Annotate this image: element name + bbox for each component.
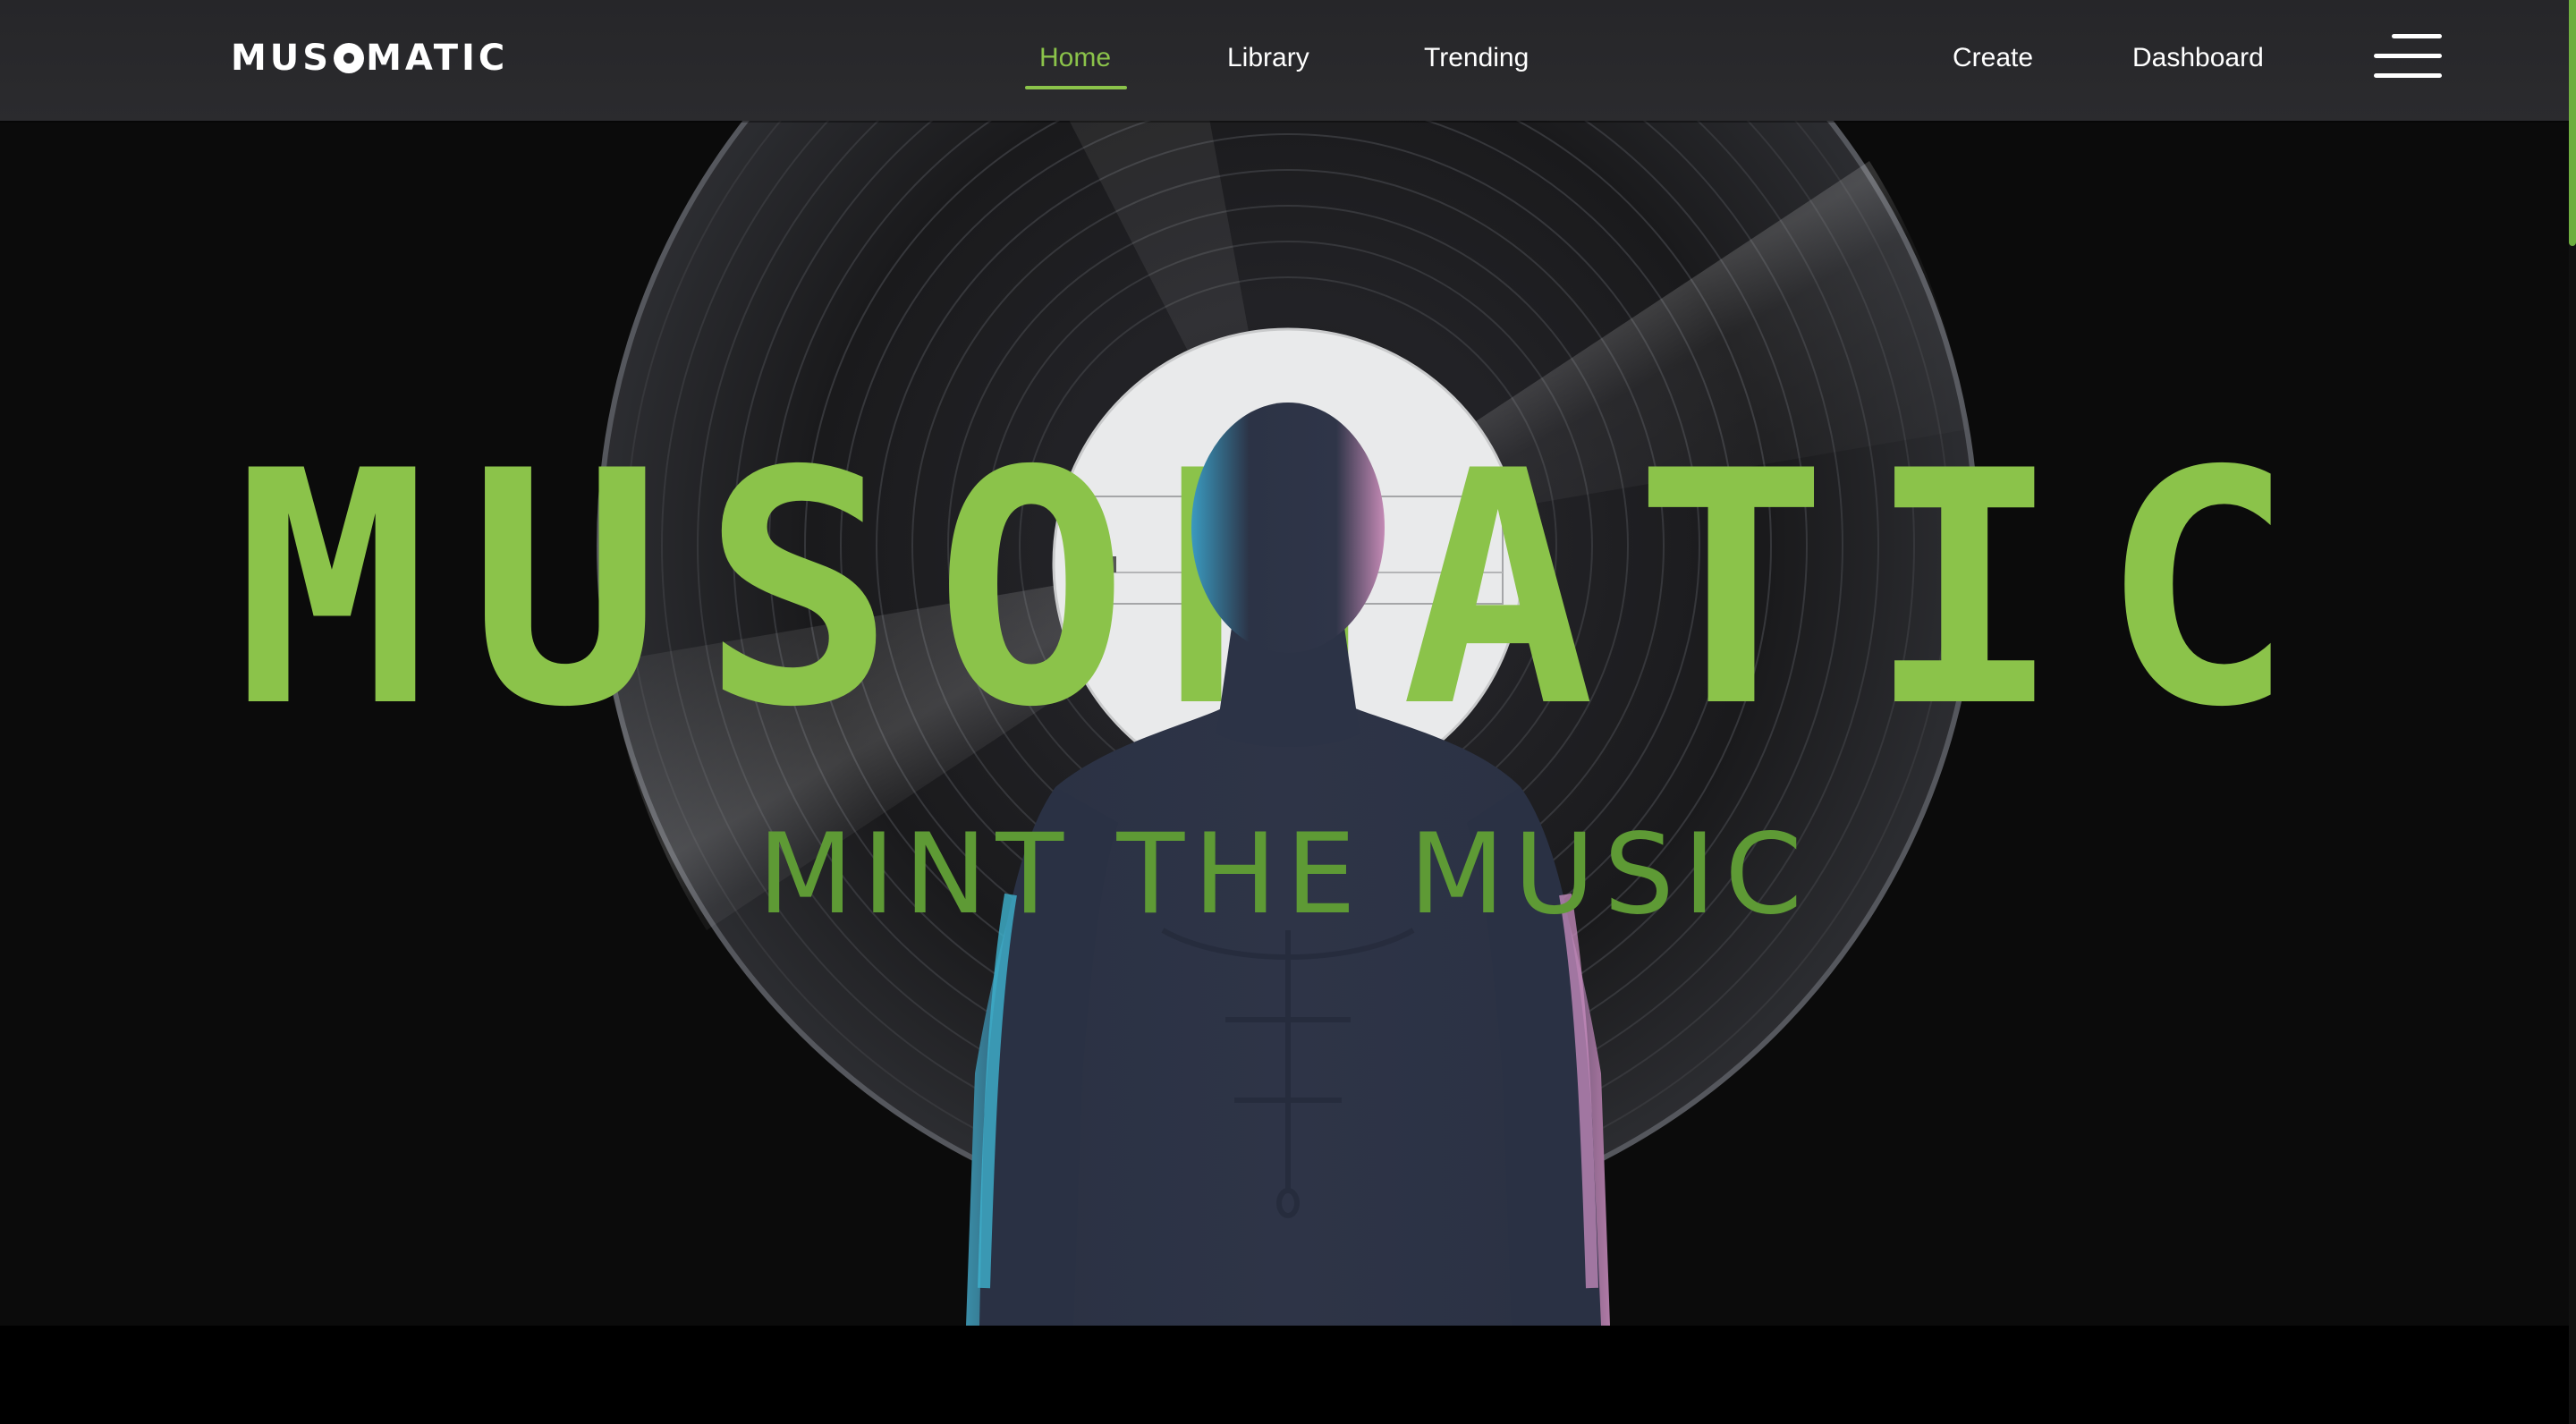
vinyl-disc-icon — [334, 43, 365, 73]
top-navbar: MUS MATIC Home Library Trending Create D… — [0, 0, 2569, 121]
nav-link-trending[interactable]: Trending — [1424, 39, 1529, 77]
brand-logo[interactable]: MUS MATIC — [231, 36, 508, 81]
hero-tagline: MINT THE MUSIC — [758, 810, 1811, 939]
hamburger-menu-icon[interactable] — [2374, 34, 2442, 81]
hero-section: MUSOMATIC MINT THE MUSIC — [0, 0, 2569, 1326]
nav-link-create[interactable]: Create — [1953, 39, 2033, 77]
nav-active-indicator — [1025, 86, 1127, 89]
logo-text-right: MATIC — [366, 38, 509, 79]
nav-link-dashboard[interactable]: Dashboard — [2132, 39, 2264, 77]
page: MUSOMATIC MINT THE MUSIC MUS MATIC Home … — [0, 0, 2576, 1424]
hero-bottom-band — [0, 1326, 2576, 1424]
hero-title: MUSOMATIC — [234, 403, 2334, 777]
logo-text-left: MUS — [231, 38, 333, 79]
nav-link-library[interactable]: Library — [1227, 39, 1309, 77]
nav-link-home[interactable]: Home — [1039, 39, 1111, 77]
scrollbar-thumb[interactable] — [2569, 0, 2576, 246]
